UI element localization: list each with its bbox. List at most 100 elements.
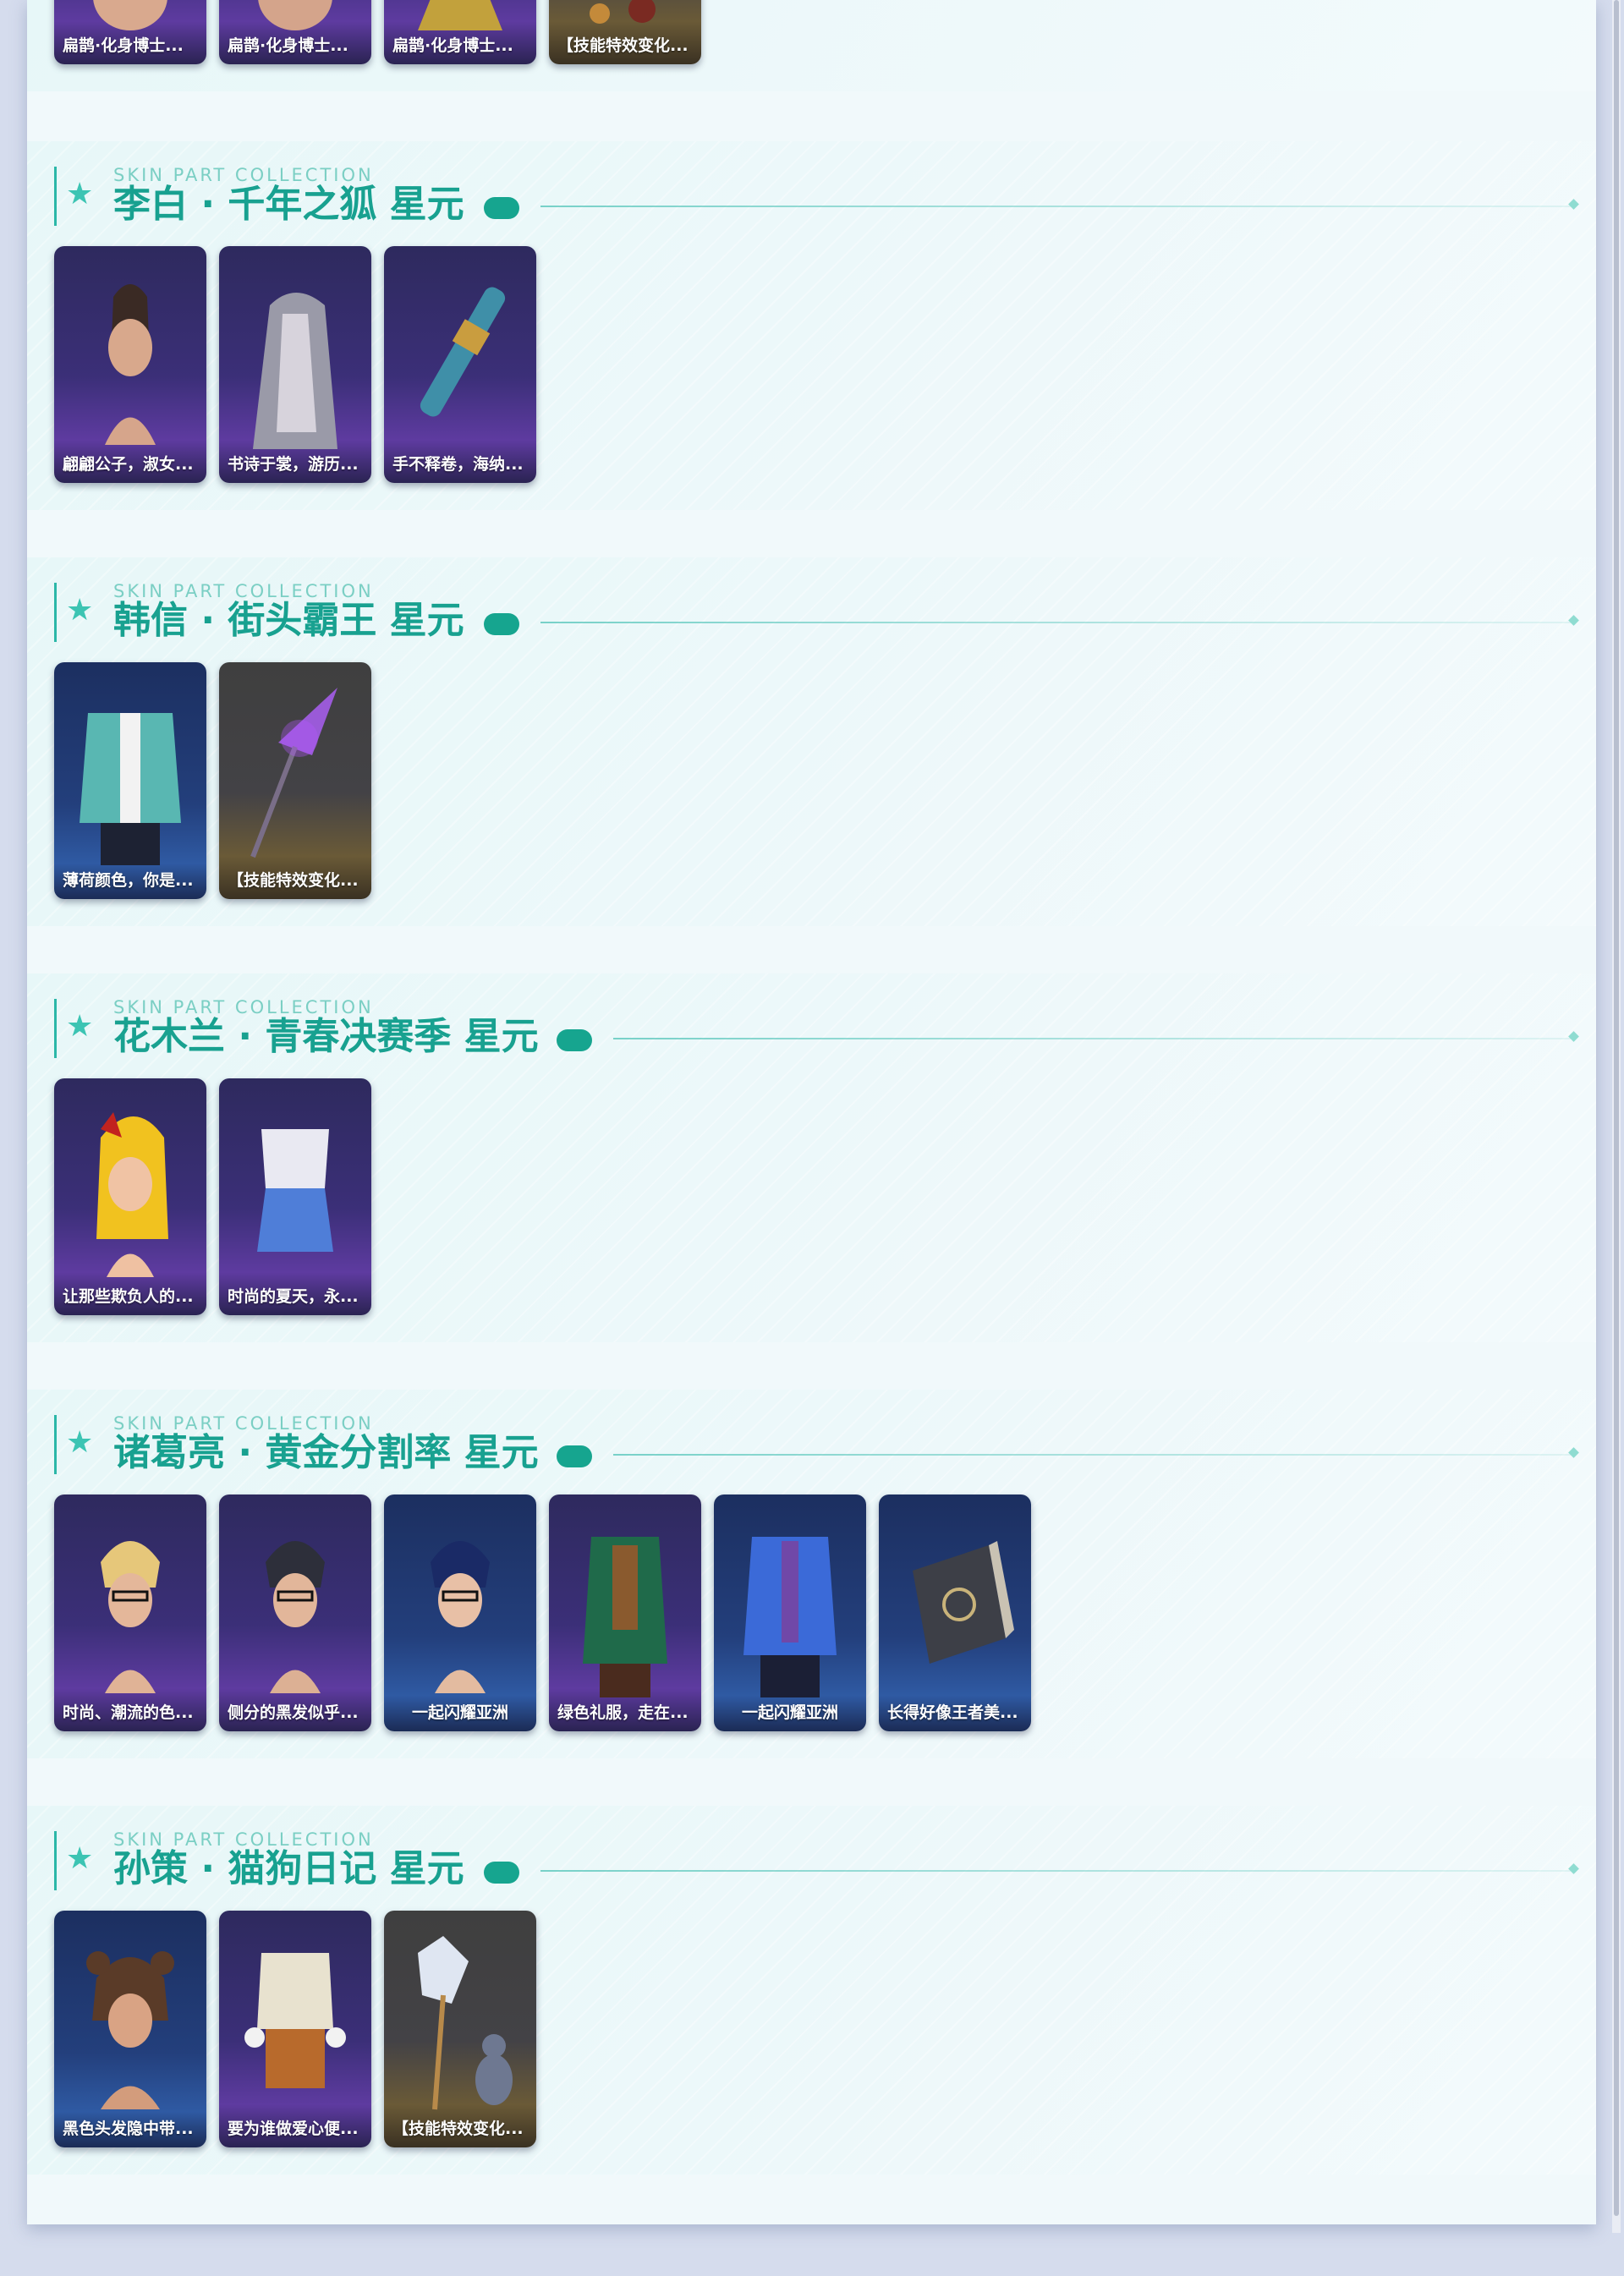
skin-section-libai: ★ SKIN PART COLLECTION 李白 · 千年之狐 星元 翩翩公子… [27,141,1596,510]
diamond-icon [1568,199,1579,210]
skin-part-card[interactable]: 要为谁做爱心便... [219,1911,371,2147]
header-accent-bar [54,583,57,642]
card-label: 扁鹊·化身博士... [63,36,184,55]
card-label: 侧分的黑发似乎... [228,1703,359,1722]
scrollbar-thumb[interactable] [1614,0,1619,2216]
skin-part-card[interactable]: 时尚、潮流的色... [54,1494,206,1731]
badge-pill-icon [557,1029,592,1051]
spear-weapon-icon [250,688,337,858]
card-label: 时尚、潮流的色... [63,1703,194,1722]
card-label: 绿色礼服，走在... [557,1703,689,1722]
badge-pill-icon [484,197,519,219]
card-label: 手不释卷，海纳... [392,455,524,474]
section-title: 李白 · 千年之狐 星元 [113,183,464,226]
section-title: 韩信 · 街头霸王 星元 [113,599,464,642]
skin-part-card[interactable]: 扁鹊·化身博士... [384,0,536,64]
star-icon: ★ [66,1009,94,1044]
section-header: ★ SKIN PART COLLECTION 诸葛亮 · 黄金分割率 星元 [54,1413,1596,1474]
costume-icon [743,1537,837,1697]
section-header: ★ SKIN PART COLLECTION 孙策 · 猫狗日记 星元 [54,1829,1596,1890]
card-label: 时尚的夏天，永... [228,1287,359,1306]
skin-part-card[interactable]: 薄荷颜色，你是... [54,662,206,899]
head-portrait-icon [101,1541,160,1693]
header-divider [540,206,1571,207]
head-portrait-icon [96,1112,168,1277]
costume-icon [80,713,181,865]
star-icon: ★ [66,1841,94,1876]
section-header: ★ SKIN PART COLLECTION 李白 · 千年之狐 星元 [54,165,1596,226]
skin-part-card[interactable]: 让那些欺负人的... [54,1078,206,1315]
card-label: 【技能特效变化... [557,36,689,55]
skin-part-card[interactable]: 扁鹊·化身博士... [219,0,371,64]
star-icon: ★ [66,177,94,211]
section-title: 孙策 · 猫狗日记 星元 [113,1847,464,1890]
skin-section-mulan: ★ SKIN PART COLLECTION 花木兰 · 青春决赛季 星元 让那… [27,973,1596,1342]
star-icon: ★ [66,1425,94,1460]
skin-section-zhugeliang: ★ SKIN PART COLLECTION 诸葛亮 · 黄金分割率 星元 时尚… [27,1390,1596,1758]
card-label: 一起闪耀亚洲 [411,1703,508,1722]
costume-icon [583,1537,667,1697]
skin-part-card[interactable]: 翩翩公子，淑女... [54,246,206,483]
badge-pill-icon [484,613,519,635]
badge-pill-icon [557,1445,592,1467]
header-accent-bar [54,999,57,1058]
costume-icon [244,1953,346,2088]
header-accent-bar [54,1831,57,1890]
card-label: 扁鹊·化身博士... [392,36,513,55]
card-label: 一起闪耀亚洲 [741,1703,838,1722]
section-title: 诸葛亮 · 黄金分割率 星元 [113,1431,539,1474]
skin-part-card[interactable]: 侧分的黑发似乎... [219,1494,371,1731]
skin-part-card[interactable]: 一起闪耀亚洲 [714,1494,866,1731]
head-portrait-icon [105,284,156,445]
skin-part-card[interactable]: 【技能特效变化... [549,0,701,64]
header-accent-bar [54,1415,57,1474]
previous-section: 扁鹊·化身博士... 扁鹊·化身博士... 扁鹊·化身博士... 【技能特效变化… [27,0,1596,91]
head-portrait-icon [258,0,332,30]
star-icon: ★ [66,593,94,628]
card-label: 翩翩公子，淑女... [63,455,194,474]
card-label: 长得好像王者美... [887,1703,1018,1722]
costume-icon [418,0,502,30]
header-divider [613,1038,1571,1039]
section-title: 花木兰 · 青春决赛季 星元 [113,1015,539,1058]
skill-effect-icon [590,0,656,24]
skin-part-card[interactable]: 【技能特效变化... [384,1911,536,2147]
head-portrait-icon [86,1951,174,2109]
skin-part-card[interactable]: 扁鹊·化身博士... [54,0,206,64]
skin-part-card[interactable]: 一起闪耀亚洲 [384,1494,536,1731]
header-accent-bar [54,167,57,226]
card-label: 书诗于裳，游历... [228,455,359,474]
badge-pill-icon [484,1862,519,1884]
skin-part-card[interactable]: 手不释卷，海纳... [384,246,536,483]
head-portrait-icon [266,1541,325,1693]
skin-part-card[interactable]: 时尚的夏天，永... [219,1078,371,1315]
diamond-icon [1568,1447,1579,1458]
section-header: ★ SKIN PART COLLECTION 韩信 · 街头霸王 星元 [54,581,1596,642]
section-header: ★ SKIN PART COLLECTION 花木兰 · 青春决赛季 星元 [54,997,1596,1058]
card-label: 要为谁做爱心便... [228,2120,359,2138]
card-label: 【技能特效变化... [228,871,359,890]
header-divider [540,622,1571,623]
costume-icon [257,1129,333,1252]
skin-part-card[interactable]: 绿色礼服，走在... [549,1494,701,1731]
card-label: 让那些欺负人的... [63,1287,194,1306]
card-label: 黑色头发隐中带... [63,2120,194,2138]
skin-part-card[interactable]: 长得好像王者美... [879,1494,1031,1731]
book-icon [913,1541,1014,1664]
content-panel: 扁鹊·化身博士... 扁鹊·化身博士... 扁鹊·化身博士... 【技能特效变化… [27,0,1596,2224]
diamond-icon [1568,1031,1579,1042]
skin-part-card[interactable]: 黑色头发隐中带... [54,1911,206,2147]
pet-effect-icon [418,1936,513,2110]
header-divider [613,1454,1571,1456]
head-portrait-icon [431,1541,490,1693]
skin-section-sunce: ★ SKIN PART COLLECTION 孙策 · 猫狗日记 星元 黑色头发… [27,1806,1596,2175]
skin-section-hanxin: ★ SKIN PART COLLECTION 韩信 · 街头霸王 星元 薄荷颜色… [27,557,1596,926]
diamond-icon [1568,615,1579,626]
skin-part-card[interactable]: 书诗于裳，游历... [219,246,371,483]
card-label: 扁鹊·化身博士... [228,36,348,55]
card-label: 薄荷颜色，你是... [63,871,194,890]
head-portrait-icon [93,0,167,30]
skin-part-card[interactable]: 【技能特效变化... [219,662,371,899]
weapon-scroll-icon [420,287,506,417]
card-label: 【技能特效变化... [392,2120,524,2138]
